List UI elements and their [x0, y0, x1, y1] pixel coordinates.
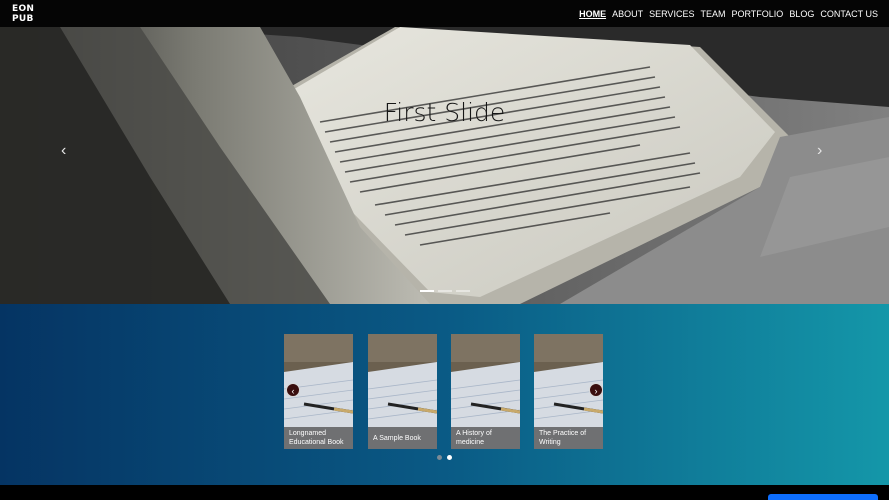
brand-logo[interactable]: EON PUB: [12, 4, 34, 24]
cards-pagination: [437, 455, 452, 460]
hero-slide-title: First Slide: [383, 98, 506, 127]
hero-prev-icon[interactable]: ‹: [61, 143, 66, 159]
nav-contact-us[interactable]: CONTACT US: [820, 9, 878, 19]
hero-carousel: First Slide ‹ ›: [0, 27, 889, 304]
nav-home[interactable]: HOME: [579, 9, 606, 19]
hero-book-image: [0, 27, 889, 304]
books-section: Longnamed Educational Book A Sample Book…: [0, 304, 889, 485]
nav-team[interactable]: TEAM: [700, 9, 725, 19]
brand-line-1: EON: [12, 4, 35, 14]
floating-action-button[interactable]: [768, 494, 878, 500]
cards-prev-icon[interactable]: ‹: [286, 383, 300, 397]
book-card[interactable]: A History of medicine: [451, 334, 520, 449]
book-card-caption: Longnamed Educational Book: [284, 427, 353, 449]
footer-strip: [0, 485, 889, 500]
nav-blog[interactable]: BLOG: [789, 9, 814, 19]
book-card-caption: The Practice of Writing: [534, 427, 603, 449]
nav-services[interactable]: SERVICES: [649, 9, 694, 19]
hero-indicators: [420, 290, 470, 292]
hero-indicator-2[interactable]: [438, 290, 452, 292]
main-nav: HOME ABOUT SERVICES TEAM PORTFOLIO BLOG …: [579, 9, 878, 19]
cards-dot-2[interactable]: [447, 455, 452, 460]
book-card-caption: A Sample Book: [368, 427, 437, 449]
hero-next-icon[interactable]: ›: [817, 143, 822, 159]
cards-dot-1[interactable]: [437, 455, 442, 460]
book-card-caption: A History of medicine: [451, 427, 520, 449]
hero-indicator-3[interactable]: [456, 290, 470, 292]
nav-portfolio[interactable]: PORTFOLIO: [731, 9, 783, 19]
navbar: EON PUB HOME ABOUT SERVICES TEAM PORTFOL…: [0, 0, 889, 27]
brand-line-2: PUB: [12, 14, 34, 24]
hero-indicator-1[interactable]: [420, 290, 434, 292]
nav-about[interactable]: ABOUT: [612, 9, 643, 19]
cards-next-icon[interactable]: ›: [589, 383, 603, 397]
book-card[interactable]: A Sample Book: [368, 334, 437, 449]
